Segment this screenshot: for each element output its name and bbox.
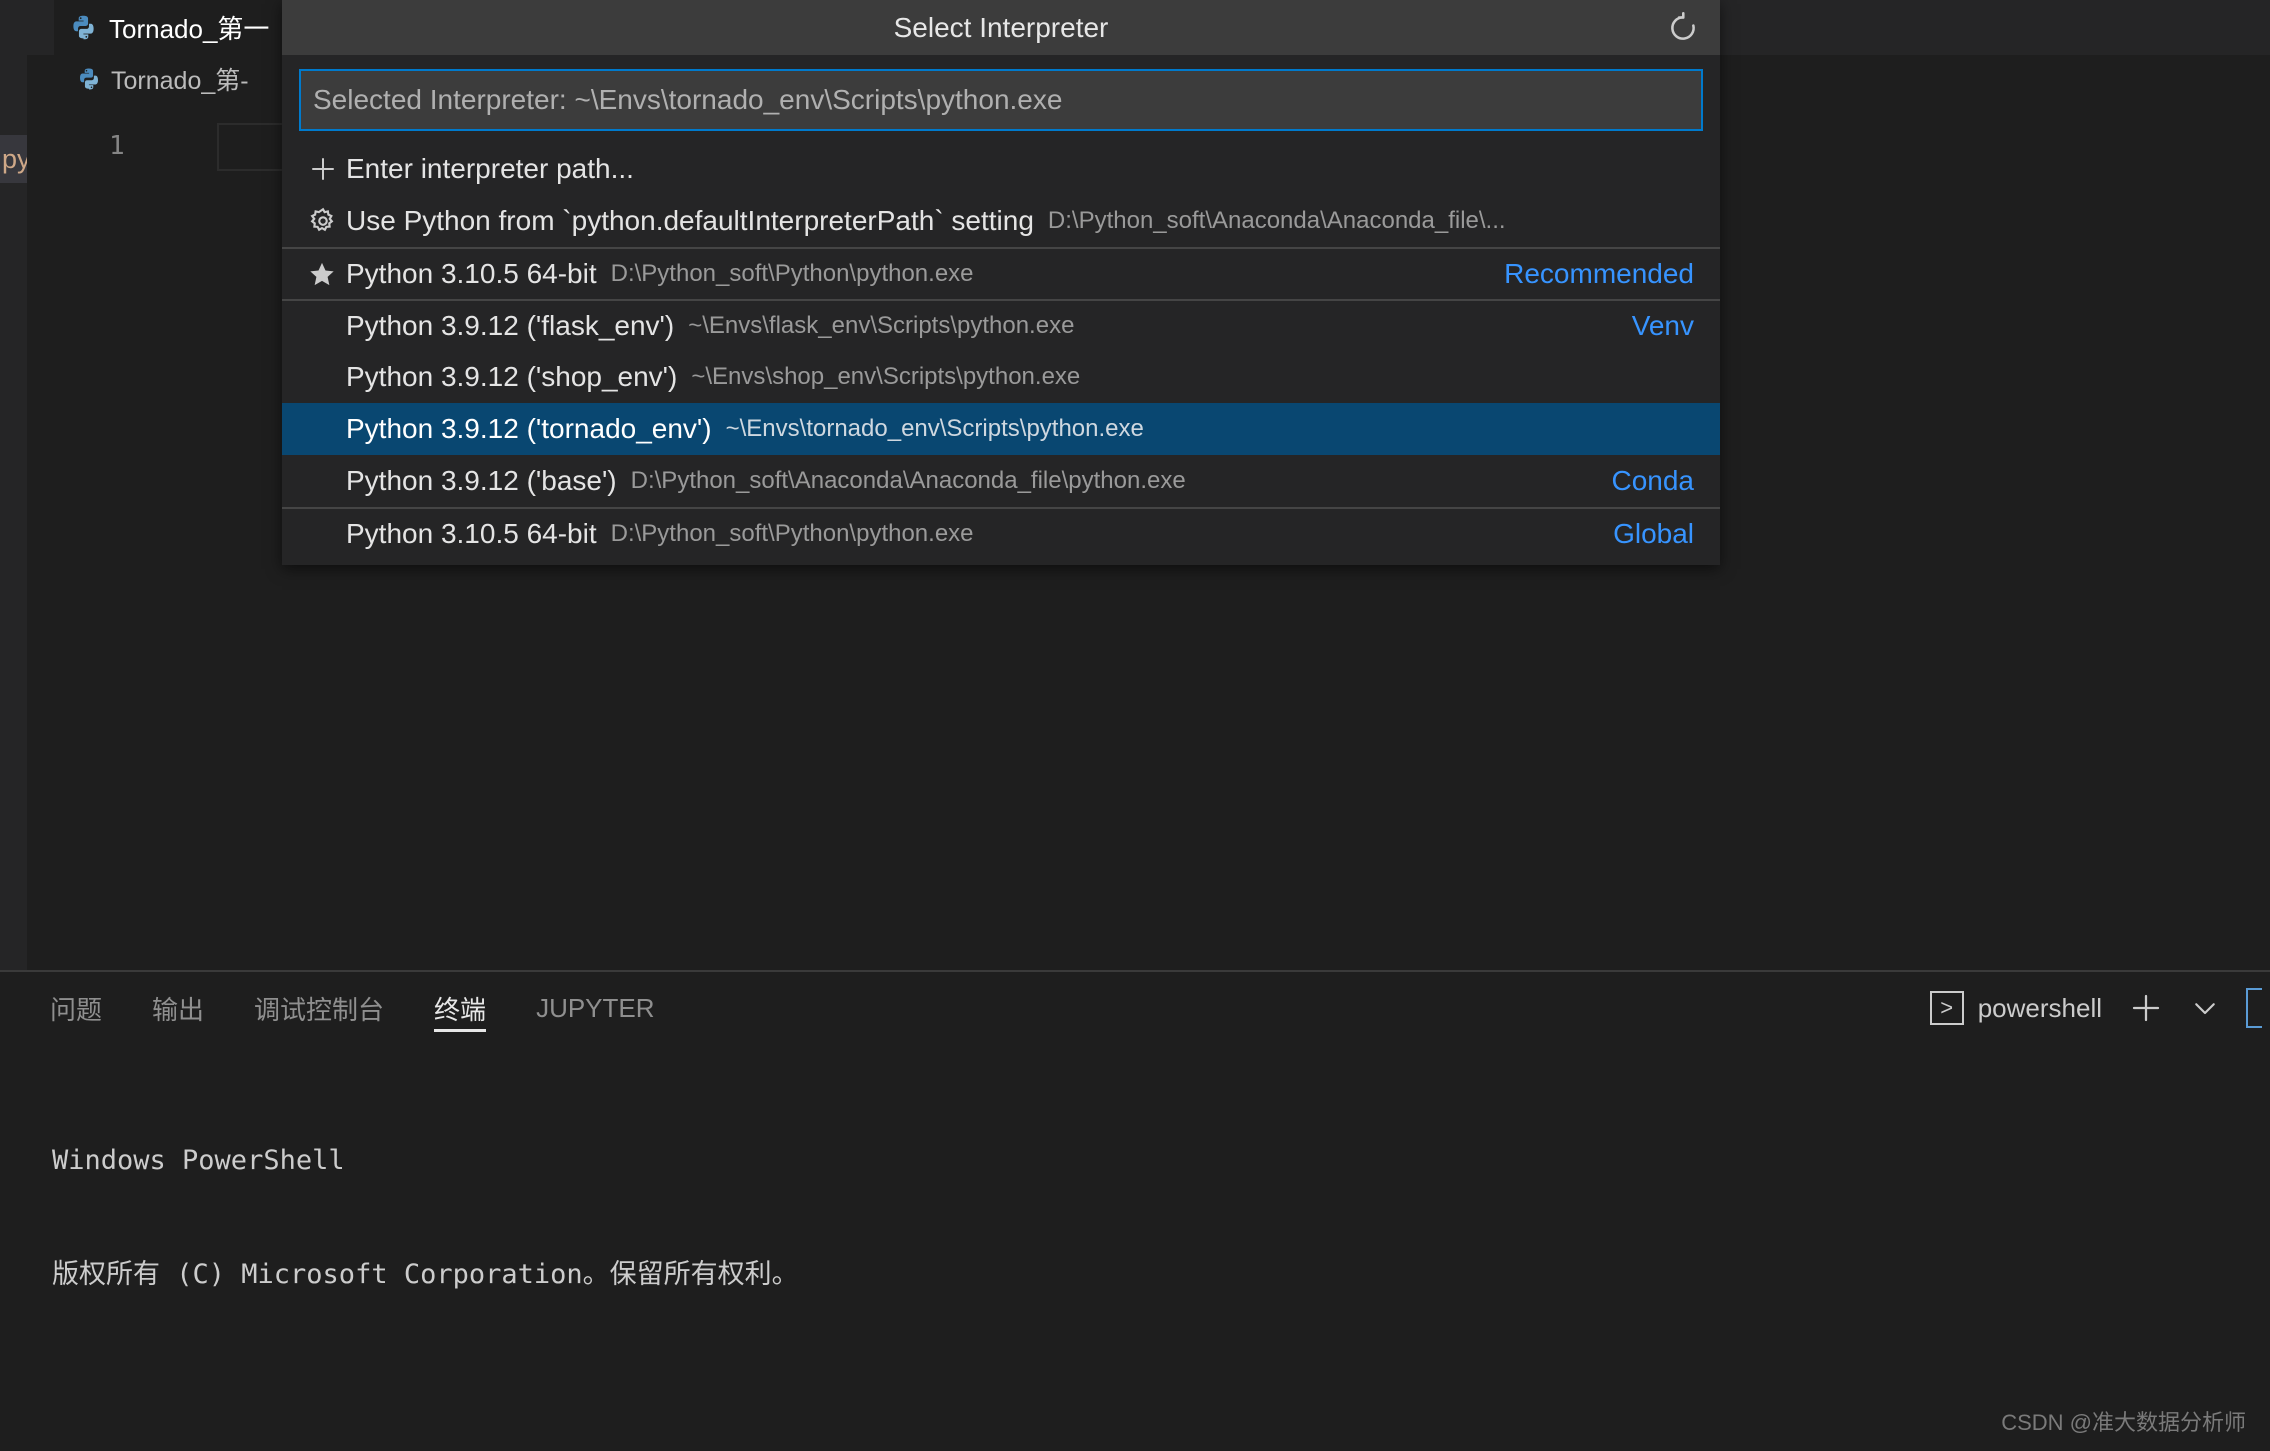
gear-icon bbox=[308, 206, 346, 236]
quickpick-item-label: Python 3.9.12 ('tornado_env') bbox=[346, 413, 712, 444]
explorer-file-chip[interactable]: py bbox=[0, 135, 27, 183]
breadcrumb-label: Tornado_第- bbox=[111, 67, 249, 95]
panel-actions: > powershell bbox=[1929, 972, 2270, 1044]
quickpick-item-detail: D:\Python_soft\Python\python.exe bbox=[610, 520, 974, 547]
panel-tab-label: JUPYTER bbox=[536, 992, 655, 1023]
terminal-output[interactable]: Windows PowerShell 版权所有 (C) Microsoft Co… bbox=[0, 1044, 2270, 1451]
quickpick-item-tag: Global bbox=[1613, 518, 1694, 549]
quickpick-item-tag: Conda bbox=[1611, 465, 1694, 496]
python-icon bbox=[70, 14, 97, 41]
quickpick-item-label: Python 3.10.5 64-bit bbox=[346, 518, 597, 549]
quickpick-item-detail: ~\Envs\shop_env\Scripts\python.exe bbox=[691, 363, 1081, 390]
dialog-title-bar: Select Interpreter bbox=[282, 0, 1720, 55]
interpreter-search-input[interactable] bbox=[299, 69, 1703, 131]
panel-tab-output[interactable]: 输出 bbox=[152, 972, 204, 1044]
terminal-line: 版权所有 (C) Microsoft Corporation。保留所有权利。 bbox=[52, 1259, 799, 1290]
quickpick-item-detail: D:\Python_soft\Anaconda\Anaconda_file\py… bbox=[630, 467, 1186, 494]
quickpick-item-python-global[interactable]: Python 3.10.5 64-bit D:\Python_soft\Pyth… bbox=[282, 507, 1720, 559]
panel-tab-debug-console[interactable]: 调试控制台 bbox=[254, 972, 384, 1044]
terminal-selector[interactable]: > powershell bbox=[1929, 991, 2102, 1025]
terminal-line: Windows PowerShell bbox=[52, 1145, 345, 1176]
terminal-name: powershell bbox=[1977, 992, 2102, 1023]
panel-tab-label: 问题 bbox=[50, 994, 103, 1025]
watermark: CSDN @准大数据分析师 bbox=[2001, 1410, 2246, 1435]
quickpick-item-flask-env[interactable]: Python 3.9.12 ('flask_env') ~\Envs\flask… bbox=[282, 299, 1720, 351]
star-icon bbox=[308, 260, 346, 288]
interpreter-list: Enter interpreter path... Use Python fro… bbox=[282, 143, 1720, 565]
panel-tab-terminal[interactable]: 终端 bbox=[434, 972, 487, 1044]
dialog-input-wrap bbox=[282, 55, 1720, 143]
quickpick-item-detail: D:\Python_soft\Python\python.exe bbox=[610, 260, 974, 287]
panel-tab-bar: 问题 输出 调试控制台 终端 JUPYTER > powershell bbox=[0, 972, 2270, 1044]
explorer-strip: py bbox=[0, 0, 27, 970]
chevron-down-icon[interactable] bbox=[2190, 993, 2220, 1023]
plus-icon bbox=[308, 154, 346, 184]
quickpick-item-detail: ~\Envs\tornado_env\Scripts\python.exe bbox=[725, 415, 1144, 442]
quickpick-item-label: Python 3.9.12 ('base') bbox=[346, 465, 617, 496]
quickpick-item-python-recommended[interactable]: Python 3.10.5 64-bit D:\Python_soft\Pyth… bbox=[282, 247, 1720, 299]
bottom-panel: 问题 输出 调试控制台 终端 JUPYTER > powershell Wind… bbox=[0, 970, 2270, 1451]
quickpick-item-label: Use Python from `python.defaultInterpret… bbox=[346, 205, 1034, 236]
panel-tab-label: 输出 bbox=[152, 994, 205, 1025]
line-number: 1 bbox=[109, 131, 125, 161]
panel-tab-jupyter[interactable]: JUPYTER bbox=[536, 972, 654, 1044]
refresh-icon[interactable] bbox=[1666, 11, 1700, 45]
terminal-icon: > bbox=[1929, 991, 1964, 1025]
select-interpreter-dialog: Select Interpreter Enter interpreter pat… bbox=[282, 0, 1720, 565]
quickpick-item-tag: Recommended bbox=[1504, 258, 1694, 289]
quickpick-item-base-conda[interactable]: Python 3.9.12 ('base') D:\Python_soft\An… bbox=[282, 455, 1720, 507]
quickpick-item-enter-path[interactable]: Enter interpreter path... bbox=[282, 143, 1720, 195]
quickpick-item-detail: D:\Python_soft\Anaconda\Anaconda_file\..… bbox=[1047, 207, 1506, 234]
panel-tab-problems[interactable]: 问题 bbox=[50, 972, 102, 1044]
editor-tab-label: Tornado_第一 bbox=[109, 14, 270, 44]
vscode-window: py Tornado_第一 Tornado_第- 1 Select Interp… bbox=[0, 0, 2270, 1451]
quickpick-item-shop-env[interactable]: Python 3.9.12 ('shop_env') ~\Envs\shop_e… bbox=[282, 351, 1720, 403]
panel-tab-label: 调试控制台 bbox=[254, 994, 385, 1025]
python-icon bbox=[77, 67, 101, 91]
quickpick-item-label: Python 3.10.5 64-bit bbox=[346, 258, 597, 289]
quickpick-item-tag: Venv bbox=[1631, 310, 1694, 341]
quickpick-item-label: Python 3.9.12 ('shop_env') bbox=[346, 361, 678, 392]
split-terminal-button[interactable] bbox=[2246, 988, 2262, 1028]
quickpick-item-detail: ~\Envs\flask_env\Scripts\python.exe bbox=[688, 312, 1075, 339]
quickpick-item-label: Python 3.9.12 ('flask_env') bbox=[346, 310, 675, 341]
panel-tab-label: 终端 bbox=[434, 994, 487, 1025]
dialog-title: Select Interpreter bbox=[893, 11, 1109, 43]
quickpick-item-label: Enter interpreter path... bbox=[346, 153, 634, 184]
quickpick-item-tornado-env[interactable]: Python 3.9.12 ('tornado_env') ~\Envs\tor… bbox=[282, 403, 1720, 455]
new-terminal-button[interactable] bbox=[2128, 990, 2164, 1026]
quickpick-item-default-path-setting[interactable]: Use Python from `python.defaultInterpret… bbox=[282, 195, 1720, 247]
